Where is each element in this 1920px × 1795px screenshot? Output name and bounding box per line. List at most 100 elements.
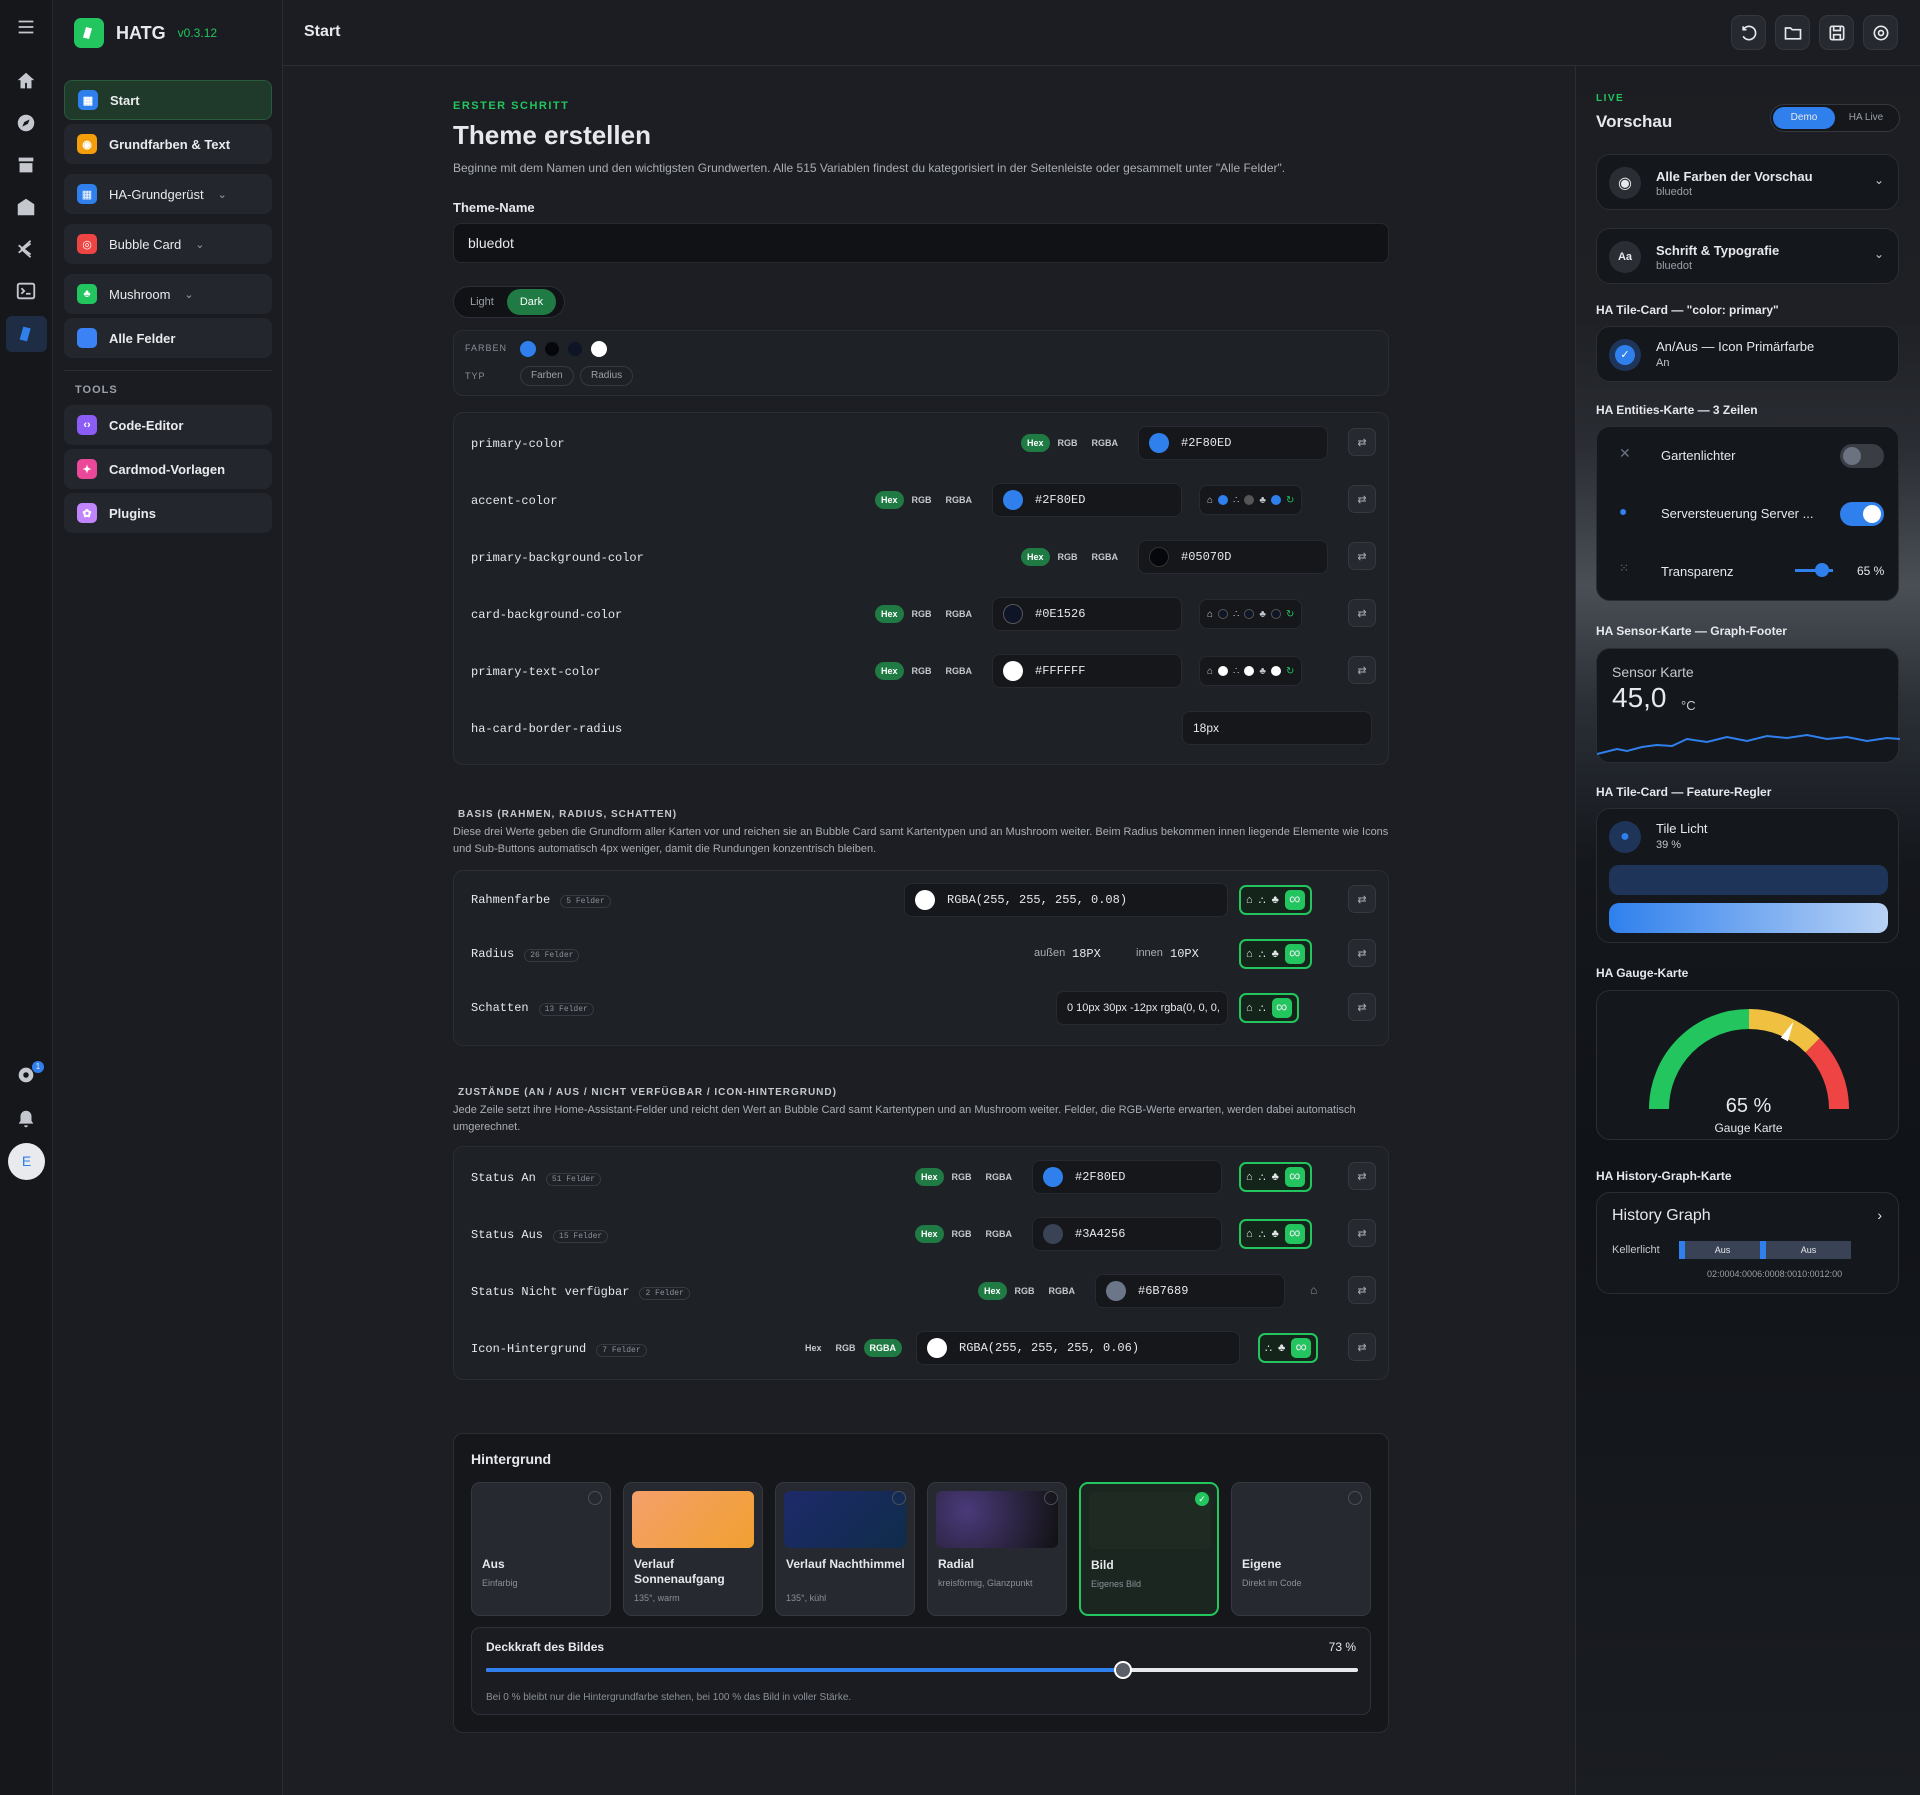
- color-swatch[interactable]: [1043, 1167, 1063, 1187]
- format-rgb[interactable]: RGB: [830, 1339, 862, 1357]
- reset-button[interactable]: ⇄: [1348, 1162, 1376, 1190]
- opacity-slider-handle[interactable]: [1113, 1661, 1132, 1679]
- theme-name-input[interactable]: bluedot: [453, 223, 1389, 263]
- format-hex[interactable]: Hex: [915, 1168, 944, 1186]
- format-rgb[interactable]: RGB: [946, 1168, 978, 1186]
- reset-button[interactable]: ⇄: [1348, 1219, 1376, 1247]
- format-rgb[interactable]: RGB: [946, 1225, 978, 1243]
- bg-option-nachthimmel[interactable]: Verlauf Nachthimmel 135°, kühl: [775, 1482, 915, 1616]
- radius-outer-value[interactable]: 18PX: [1072, 947, 1101, 961]
- save-button[interactable]: [1819, 15, 1854, 50]
- format-rgb[interactable]: RGB: [1052, 548, 1084, 566]
- border-color-input[interactable]: RGBA(255, 255, 255, 0.08): [904, 883, 1228, 917]
- color-input[interactable]: #FFFFFF: [992, 654, 1182, 688]
- color-input[interactable]: RGBA(255, 255, 255, 0.06): [916, 1331, 1240, 1365]
- format-hex[interactable]: Hex: [875, 662, 904, 680]
- format-rgba[interactable]: RGBA: [940, 662, 979, 680]
- vscode-icon[interactable]: [13, 236, 39, 262]
- shadow-input[interactable]: 0 10px 30px -12px rgba(0, 0, 0,: [1056, 991, 1228, 1025]
- sidebar-item-cardmod[interactable]: ✦ Cardmod-Vorlagen: [64, 449, 272, 489]
- reset-button[interactable]: ⇄: [1348, 656, 1376, 684]
- target-toggle[interactable]: ⌂ ∴ ♣ ∞: [1239, 1162, 1312, 1192]
- reset-button[interactable]: ⇄: [1348, 939, 1376, 967]
- avatar[interactable]: E: [8, 1143, 45, 1180]
- demo-button[interactable]: Demo: [1773, 107, 1835, 129]
- format-rgba[interactable]: RGBA: [1086, 548, 1125, 566]
- bell-icon[interactable]: [13, 1106, 39, 1132]
- sidebar-item-code-editor[interactable]: ‹› Code-Editor: [64, 405, 272, 445]
- format-rgba[interactable]: RGBA: [940, 605, 979, 623]
- feature-color-slider[interactable]: [1609, 903, 1888, 933]
- sidebar-item-plugins[interactable]: ✿ Plugins: [64, 493, 272, 533]
- color-input[interactable]: #2F80ED: [1032, 1160, 1222, 1194]
- color-swatch[interactable]: [1149, 433, 1169, 453]
- format-rgba[interactable]: RGBA: [980, 1225, 1019, 1243]
- compass-icon[interactable]: [13, 110, 39, 136]
- sidebar-item-mushroom[interactable]: ♣ Mushroom ⌄: [64, 274, 272, 314]
- sidebar-item-bubble-card[interactable]: ◎ Bubble Card ⌄: [64, 224, 272, 264]
- format-rgb[interactable]: RGB: [1009, 1282, 1041, 1300]
- target-toggle[interactable]: ⌂ ∴ ♣ ∞: [1239, 1219, 1312, 1249]
- store-icon[interactable]: [13, 152, 39, 178]
- format-rgba[interactable]: RGBA: [940, 491, 979, 509]
- filter-chip-radius[interactable]: Radius: [580, 366, 634, 386]
- ha-live-button[interactable]: HA Live: [1835, 107, 1897, 129]
- bg-option-sonnenaufgang[interactable]: Verlauf Sonnenaufgang 135°, warm: [623, 1482, 763, 1616]
- bg-option-bild[interactable]: ✓ Bild Eigenes Bild: [1079, 1482, 1219, 1616]
- color-swatch[interactable]: [1003, 604, 1023, 624]
- reset-button[interactable]: ⇄: [1348, 1276, 1376, 1304]
- color-filter-dot[interactable]: [591, 341, 607, 357]
- format-hex[interactable]: Hex: [915, 1225, 944, 1243]
- slider-handle[interactable]: [1815, 563, 1829, 577]
- home-icon[interactable]: [13, 68, 39, 94]
- target-toggle[interactable]: ∴ ♣ ∞: [1258, 1333, 1319, 1363]
- color-swatch[interactable]: [927, 1338, 947, 1358]
- format-hex[interactable]: Hex: [799, 1339, 828, 1357]
- terminal-icon[interactable]: [13, 278, 39, 304]
- reset-button[interactable]: ⇄: [1348, 599, 1376, 627]
- color-swatch[interactable]: [1003, 661, 1023, 681]
- format-rgba[interactable]: RGBA: [1086, 434, 1125, 452]
- filter-chip-farben[interactable]: Farben: [520, 366, 574, 386]
- format-hex[interactable]: Hex: [978, 1282, 1007, 1300]
- format-hex[interactable]: Hex: [1021, 434, 1050, 452]
- sidebar-item-start[interactable]: ▦ Start: [64, 80, 272, 120]
- color-input[interactable]: #6B7689: [1095, 1274, 1285, 1308]
- radius-input[interactable]: 18px: [1182, 711, 1372, 745]
- reset-button[interactable]: ⇄: [1348, 542, 1376, 570]
- radius-inner-value[interactable]: 10PX: [1170, 947, 1199, 961]
- mode-dark[interactable]: Dark: [506, 289, 557, 315]
- reset-button[interactable]: ⇄: [1348, 993, 1376, 1021]
- format-rgba[interactable]: RGBA: [863, 1339, 903, 1357]
- open-button[interactable]: [1775, 15, 1810, 50]
- preview-colors-card[interactable]: ◉ Alle Farben der Vorschau bluedot ⌄: [1596, 154, 1899, 210]
- mode-light[interactable]: Light: [457, 289, 507, 315]
- toggle-switch[interactable]: [1840, 444, 1884, 468]
- color-input[interactable]: #05070D: [1138, 540, 1328, 574]
- color-swatch[interactable]: [1149, 547, 1169, 567]
- format-hex[interactable]: Hex: [875, 491, 904, 509]
- color-filter-dot[interactable]: [520, 341, 536, 357]
- format-rgb[interactable]: RGB: [906, 662, 938, 680]
- reset-button[interactable]: ⇄: [1348, 885, 1376, 913]
- reset-button[interactable]: ⇄: [1348, 485, 1376, 513]
- toggle-switch[interactable]: [1840, 502, 1884, 526]
- bg-option-radial[interactable]: Radial kreisförmig, Glanzpunkt: [927, 1482, 1067, 1616]
- bg-option-eigene[interactable]: Eigene Direkt im Code: [1231, 1482, 1371, 1616]
- color-swatch[interactable]: [915, 890, 935, 910]
- menu-icon[interactable]: [13, 14, 39, 40]
- chevron-right-icon[interactable]: ›: [1877, 1207, 1882, 1223]
- reset-button[interactable]: ⇄: [1348, 428, 1376, 456]
- feature-slider-track[interactable]: [1609, 865, 1888, 895]
- format-rgb[interactable]: RGB: [906, 491, 938, 509]
- color-input[interactable]: #2F80ED: [1138, 426, 1328, 460]
- reset-button[interactable]: ⇄: [1348, 1333, 1376, 1361]
- color-filter-dot[interactable]: [545, 342, 559, 356]
- sidebar-item-ha-grundgeruest[interactable]: ▦ HA-Grundgerüst ⌄: [64, 174, 272, 214]
- target-toggle[interactable]: ⌂ ∴ ♣ ∞: [1239, 885, 1312, 915]
- preview-tile-card[interactable]: ✓ An/Aus — Icon Primärfarbe An: [1596, 326, 1899, 382]
- format-rgba[interactable]: RGBA: [980, 1168, 1019, 1186]
- color-swatch[interactable]: [1043, 1224, 1063, 1244]
- target-toggle[interactable]: ⌂ ∴ ∞: [1239, 993, 1299, 1023]
- color-swatch[interactable]: [1106, 1281, 1126, 1301]
